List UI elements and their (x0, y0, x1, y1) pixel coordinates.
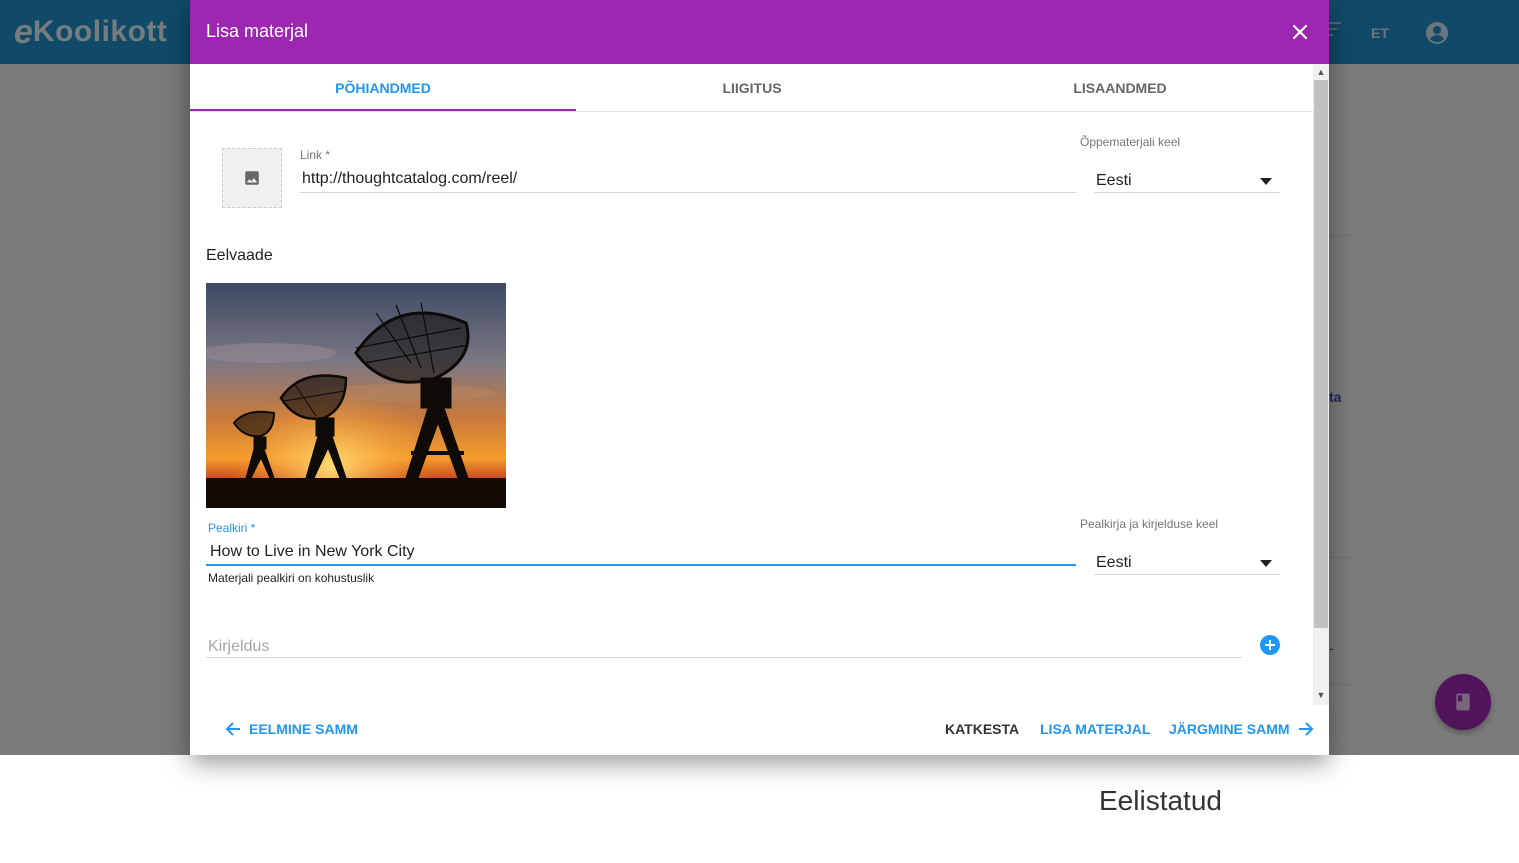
link-label: Link * (300, 148, 331, 162)
thumbnail-upload[interactable] (222, 148, 282, 208)
title-label: Pealkiri * (208, 521, 256, 535)
chevron-down-icon[interactable] (1260, 178, 1272, 185)
link-underline (300, 192, 1076, 193)
cancel-button[interactable]: KATKESTA (945, 716, 1019, 742)
title-language-select[interactable]: Eesti (1096, 554, 1132, 572)
arrow-right-icon (1298, 722, 1313, 736)
dialog-title: Lisa materjal (206, 21, 309, 41)
next-step-button[interactable]: JÄRGMINE SAMM (1169, 716, 1315, 742)
tab-liigitus[interactable]: LIIGITUS (576, 64, 928, 112)
scroll-down-icon[interactable]: ▼ (1316, 690, 1326, 700)
previous-step-label: EELMINE SAMM (249, 721, 358, 737)
scrollbar[interactable]: ▲ ▼ (1313, 64, 1329, 705)
arrow-left-icon (225, 722, 240, 736)
bottom-area (0, 755, 1519, 863)
tab-lisaandmed[interactable]: LISAANDMED (928, 64, 1312, 112)
add-material-dialog: Lisa materjal PÕHIANDMED LIIGITUS LISAAN… (190, 0, 1329, 755)
add-description-button[interactable] (1260, 635, 1280, 655)
description-input[interactable]: Kirjeldus (208, 638, 269, 656)
featured-title: Eelistatud (1099, 785, 1222, 816)
title-input[interactable]: How to Live in New York City (210, 543, 415, 561)
material-language-select[interactable]: Eesti (1096, 172, 1132, 190)
material-language-label: Õppematerjali keel (1080, 135, 1181, 149)
scroll-up-icon[interactable]: ▲ (1316, 67, 1326, 77)
title-language-label: Pealkirja ja kirjelduse keel (1080, 517, 1219, 531)
dialog-tabs: PÕHIANDMED LIIGITUS LISAANDMED (190, 64, 1313, 112)
close-icon[interactable] (1290, 22, 1310, 42)
material-language-underline (1094, 192, 1280, 193)
add-material-button[interactable]: LISA MATERJAL (1040, 716, 1150, 742)
preview-label: Eelvaade (206, 247, 273, 264)
preview-image (206, 283, 506, 508)
add-circle-icon (1265, 640, 1275, 650)
previous-step-button[interactable]: EELMINE SAMM (224, 716, 358, 742)
chevron-down-icon[interactable] (1260, 560, 1272, 567)
title-hint: Materjali pealkiri on kohustuslik (208, 571, 375, 585)
scrollbar-thumb[interactable] (1314, 80, 1328, 628)
image-icon (245, 171, 259, 185)
link-input[interactable]: http://thoughtcatalog.com/reel/ (302, 170, 517, 188)
dialog-content: Link * http://thoughtcatalog.com/reel/ Õ… (190, 112, 1313, 705)
description-underline (206, 657, 1242, 658)
next-step-label: JÄRGMINE SAMM (1169, 721, 1290, 737)
dialog-header: Lisa materjal (190, 0, 1329, 64)
title-underline (206, 564, 1076, 566)
tab-pohiandmed[interactable]: PÕHIANDMED (190, 64, 576, 112)
title-language-underline (1094, 574, 1280, 575)
active-tab-indicator (190, 109, 576, 111)
